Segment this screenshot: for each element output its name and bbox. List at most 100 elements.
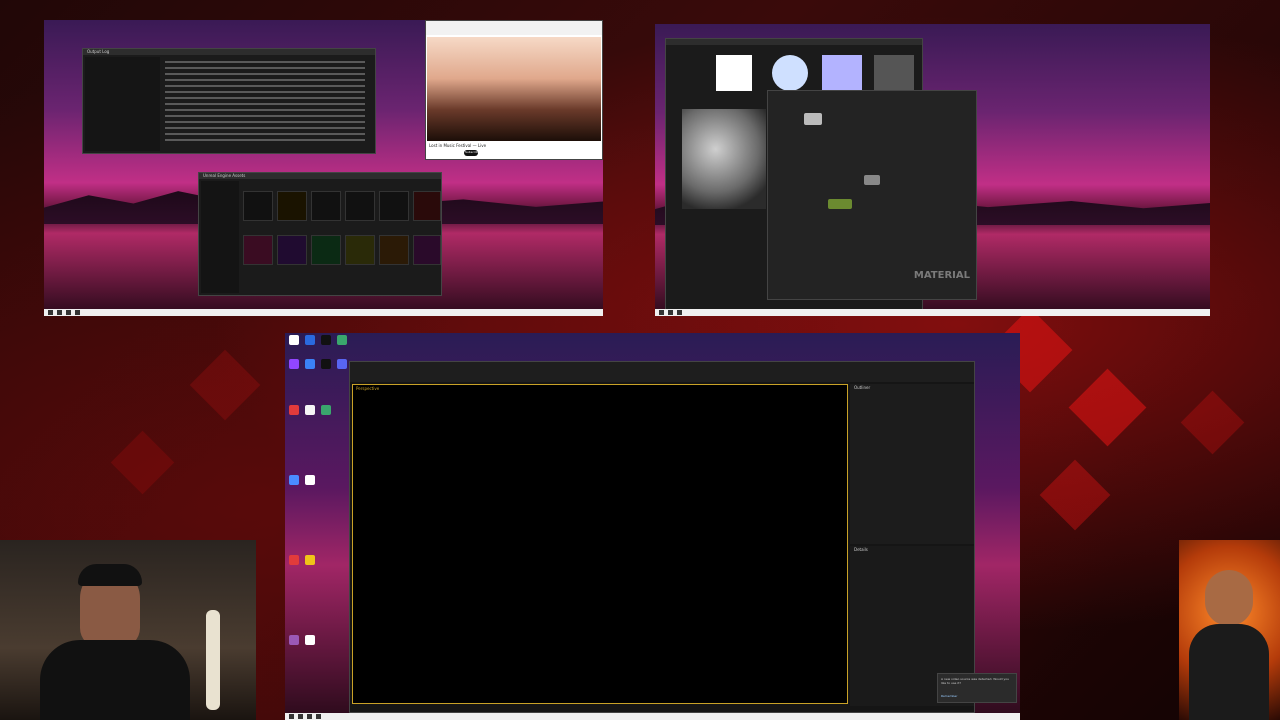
person-body	[40, 640, 190, 720]
video-player-window[interactable]: Lost in Music Festival — Live Subscribe	[425, 20, 603, 160]
guitar	[206, 610, 220, 710]
window-titlebar[interactable]	[666, 39, 922, 45]
node-graph-window[interactable]: MATERIAL	[767, 90, 977, 300]
person-beanie	[78, 564, 142, 586]
app-icon[interactable]	[305, 475, 315, 485]
log-line	[165, 133, 365, 135]
notification-action[interactable]: Remember	[941, 694, 957, 698]
app-icon[interactable]	[321, 359, 331, 369]
asset-thumbnail[interactable]	[243, 235, 273, 265]
log-line	[165, 67, 365, 69]
window-title: Output Log	[87, 49, 110, 54]
webcam-right	[1179, 540, 1280, 720]
log-line	[165, 109, 365, 111]
monitor-top-left: Output Log Lost in Music Festival — Live…	[44, 20, 603, 316]
start-icon[interactable]	[659, 310, 664, 315]
log-line	[165, 115, 365, 117]
viewport[interactable]	[352, 384, 848, 704]
taskbar-app-icon[interactable]	[677, 310, 682, 315]
webcam-left	[0, 540, 256, 720]
taskbar[interactable]	[655, 309, 1210, 316]
outliner-title: Outliner	[854, 385, 871, 390]
graph-node[interactable]	[864, 175, 880, 185]
graph-node[interactable]	[828, 199, 852, 209]
content-browser-window[interactable]: Unreal Engine Assets	[198, 172, 442, 296]
notification-text: A new video source was detected. Would y…	[941, 677, 1010, 685]
app-icon[interactable]	[321, 405, 331, 415]
taskbar[interactable]	[285, 713, 1020, 720]
taskbar-app-icon[interactable]	[307, 714, 312, 719]
asset-thumbnail[interactable]	[413, 235, 441, 265]
monitor-bottom: Perspective Outliner Details A new video…	[285, 333, 1020, 720]
material-slot-grey[interactable]	[874, 55, 914, 91]
app-icon[interactable]	[305, 635, 315, 645]
person-head	[1205, 570, 1253, 626]
taskbar-app-icon[interactable]	[66, 310, 71, 315]
log-line	[165, 139, 365, 141]
app-icon[interactable]	[305, 555, 315, 565]
taskbar-app-icon[interactable]	[668, 310, 673, 315]
search-icon[interactable]	[298, 714, 303, 719]
asset-thumbnail[interactable]	[379, 191, 409, 221]
app-icon[interactable]	[289, 635, 299, 645]
taskbar-app-icon[interactable]	[57, 310, 62, 315]
details-title: Details	[854, 547, 868, 552]
asset-thumbnail[interactable]	[243, 191, 273, 221]
material-slot-white[interactable]	[716, 55, 752, 91]
window-titlebar[interactable]	[83, 49, 375, 55]
log-line	[165, 97, 365, 99]
app-icon[interactable]	[337, 359, 347, 369]
app-icon[interactable]	[289, 405, 299, 415]
output-log-window[interactable]: Output Log	[82, 48, 376, 154]
folder-tree[interactable]	[201, 181, 239, 293]
browser-toolbar[interactable]	[426, 21, 602, 35]
app-icon[interactable]	[305, 359, 315, 369]
taskbar-app-icon[interactable]	[75, 310, 80, 315]
asset-thumbnail[interactable]	[277, 235, 307, 265]
person-body	[1189, 624, 1269, 720]
asset-thumbnail[interactable]	[413, 191, 441, 221]
app-icon[interactable]	[305, 405, 315, 415]
unreal-editor-window[interactable]: Perspective Outliner Details	[349, 361, 975, 713]
asset-thumbnail[interactable]	[345, 235, 375, 265]
asset-thumbnail[interactable]	[345, 191, 375, 221]
editor-toolbar[interactable]	[350, 362, 974, 382]
material-slot-blue[interactable]	[822, 55, 862, 91]
taskbar[interactable]	[44, 309, 603, 316]
app-icon[interactable]	[321, 335, 331, 345]
video-frame[interactable]	[427, 37, 601, 141]
taskbar-app-icon[interactable]	[316, 714, 321, 719]
monitor-top-right: MATERIAL	[655, 24, 1210, 316]
app-icon[interactable]	[337, 335, 347, 345]
outliner-panel[interactable]	[850, 384, 974, 544]
start-icon[interactable]	[289, 714, 294, 719]
material-preview-sphere[interactable]	[682, 109, 766, 209]
log-line	[165, 61, 365, 63]
graph-watermark: MATERIAL	[913, 270, 970, 281]
asset-thumbnail[interactable]	[311, 191, 341, 221]
subscribe-label: Subscribe	[465, 150, 480, 154]
log-line	[165, 91, 365, 93]
app-icon[interactable]	[289, 475, 299, 485]
graph-node[interactable]	[804, 113, 822, 125]
asset-thumbnail[interactable]	[311, 235, 341, 265]
log-line	[165, 79, 365, 81]
log-line	[165, 121, 365, 123]
app-icon[interactable]	[289, 359, 299, 369]
notification-toast[interactable]: A new video source was detected. Would y…	[937, 673, 1017, 703]
log-line	[165, 103, 365, 105]
video-title: Lost in Music Festival — Live	[429, 143, 487, 148]
app-icon[interactable]	[289, 335, 299, 345]
asset-thumbnail[interactable]	[379, 235, 409, 265]
window-title: Unreal Engine Assets	[203, 173, 246, 178]
asset-thumbnail[interactable]	[277, 191, 307, 221]
app-icon[interactable]	[305, 335, 315, 345]
material-slot-logo[interactable]	[772, 55, 808, 91]
viewport-label: Perspective	[356, 386, 380, 391]
file-tree-panel[interactable]	[85, 57, 160, 151]
start-icon[interactable]	[48, 310, 53, 315]
app-icon[interactable]	[289, 555, 299, 565]
desktop-icon-column	[289, 335, 353, 705]
log-line	[165, 85, 365, 87]
log-line	[165, 127, 365, 129]
